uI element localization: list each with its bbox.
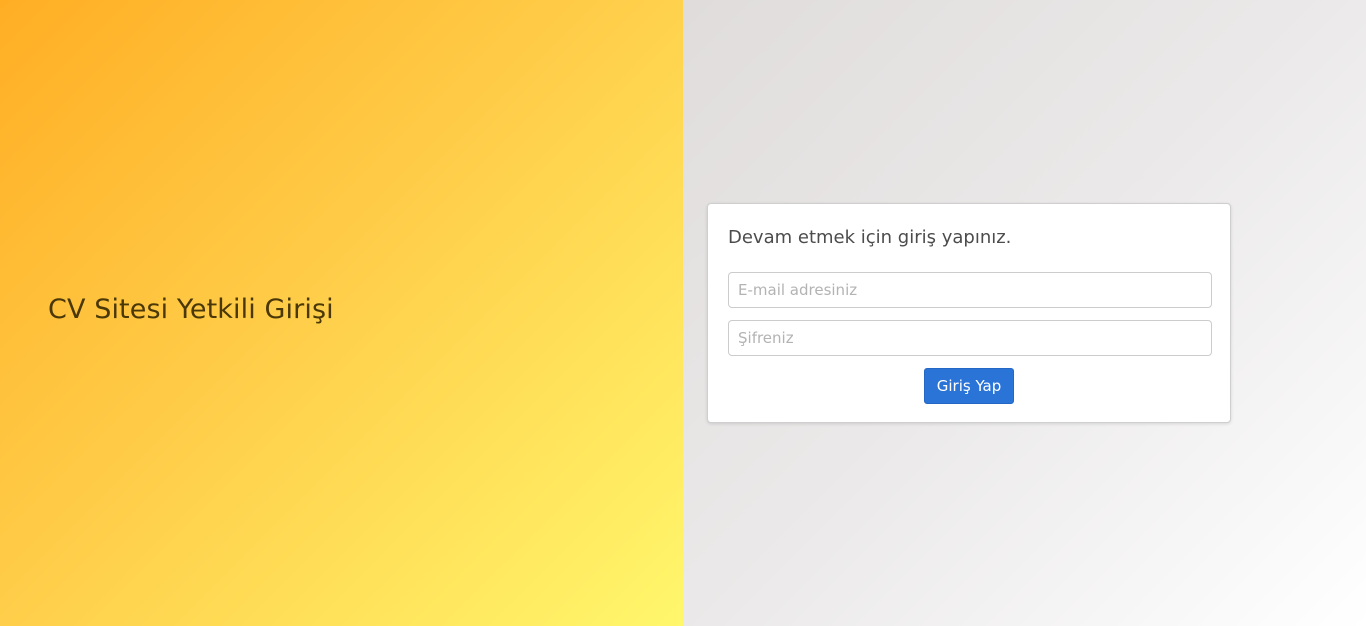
left-branding-panel: CV Sitesi Yetkili Girişi <box>0 0 683 626</box>
login-page: CV Sitesi Yetkili Girişi Devam etmek içi… <box>0 0 1366 626</box>
button-row: Giriş Yap <box>728 368 1210 404</box>
login-button[interactable]: Giriş Yap <box>923 368 1015 404</box>
right-form-panel: Devam etmek için giriş yapınız. Giriş Ya… <box>683 0 1366 626</box>
login-heading: Devam etmek için giriş yapınız. <box>728 227 1012 248</box>
login-card: Devam etmek için giriş yapınız. Giriş Ya… <box>707 203 1231 423</box>
page-title: CV Sitesi Yetkili Girişi <box>48 294 334 325</box>
password-input[interactable] <box>728 320 1212 356</box>
email-input[interactable] <box>728 272 1212 308</box>
